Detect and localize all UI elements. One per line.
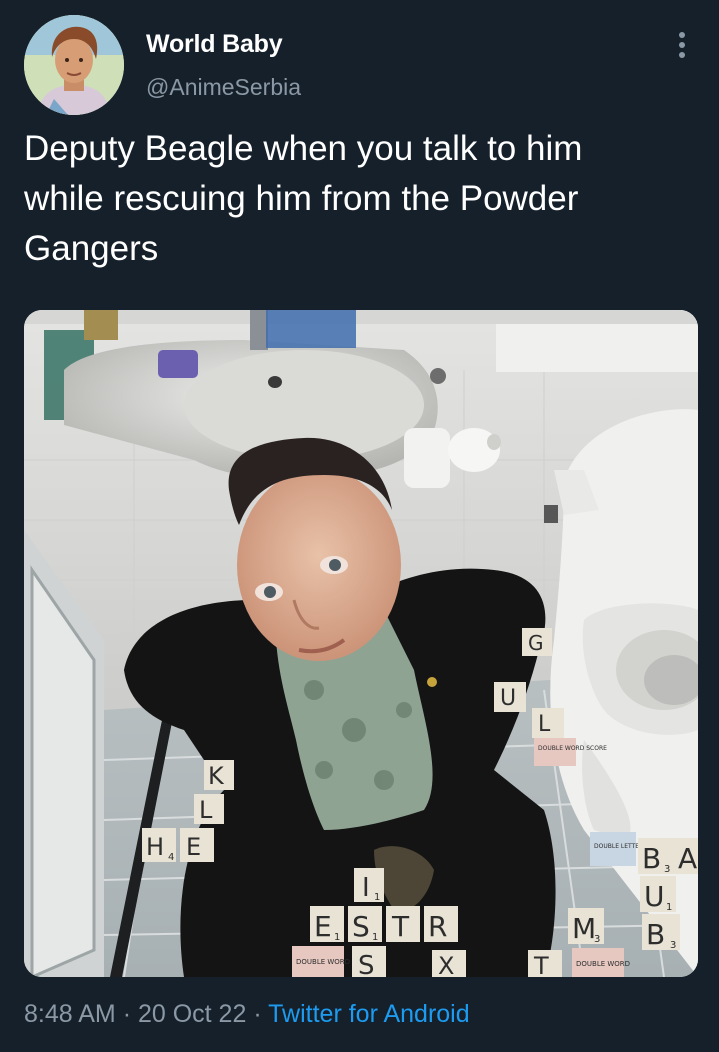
tile-i-score: 1 bbox=[374, 892, 380, 903]
user-handle[interactable]: @AnimeSerbia bbox=[146, 74, 301, 101]
avatar[interactable] bbox=[24, 15, 124, 115]
tweet-detail: World Baby @AnimeSerbia Deputy Beagle wh… bbox=[0, 0, 719, 1052]
tweet-text: Deputy Beagle when you talk to him while… bbox=[24, 129, 583, 268]
tile-x: X bbox=[438, 952, 454, 977]
photo-illustration: K L H 4 E G U L DOUBLE WORD SCORE E 1 S … bbox=[24, 310, 698, 977]
tile-b: B bbox=[642, 842, 661, 875]
tile-l: L bbox=[199, 796, 213, 824]
meta-separator: · bbox=[122, 1000, 132, 1028]
tweet-photo[interactable]: K L H 4 E G U L DOUBLE WORD SCORE E 1 S … bbox=[24, 310, 698, 977]
tile-r: R bbox=[428, 910, 447, 943]
tile-e2-score: 1 bbox=[334, 932, 340, 943]
meta-separator: · bbox=[253, 1000, 262, 1028]
avatar-image bbox=[24, 15, 124, 115]
tile-u2-score: 1 bbox=[666, 902, 672, 913]
tile-s-score: 1 bbox=[372, 932, 378, 943]
square-double-word-2: DOUBLE WORD bbox=[296, 958, 350, 966]
tile-t: T bbox=[391, 910, 410, 943]
tile-k: K bbox=[208, 762, 225, 790]
tile-m: M bbox=[572, 912, 596, 945]
tile-u: U bbox=[500, 686, 516, 711]
tile-u2: U bbox=[644, 880, 665, 913]
display-name[interactable]: World Baby bbox=[146, 30, 283, 59]
tile-e2: E bbox=[314, 910, 332, 943]
tile-a: A bbox=[678, 842, 697, 875]
tile-l2: L bbox=[538, 712, 551, 737]
tile-s: S bbox=[352, 910, 370, 943]
tweet-source-link[interactable]: Twitter for Android bbox=[268, 1000, 469, 1028]
tile-b2-score: 3 bbox=[670, 940, 676, 951]
tile-b2: B bbox=[646, 918, 665, 951]
tweet-meta: 8:48 AM · 20 Oct 22 · Twitter for Androi… bbox=[24, 1000, 470, 1029]
tile-e: E bbox=[186, 833, 201, 861]
square-double-word: DOUBLE WORD SCORE bbox=[538, 745, 607, 752]
more-options-button[interactable] bbox=[668, 28, 696, 62]
tile-i: I bbox=[362, 873, 370, 903]
tweet-time[interactable]: 8:48 AM bbox=[24, 1000, 116, 1028]
tile-h-score: 4 bbox=[168, 852, 174, 863]
square-double-word-3: DOUBLE WORD bbox=[576, 960, 630, 968]
tile-b-score: 3 bbox=[664, 864, 670, 875]
tile-h: H bbox=[146, 833, 164, 861]
tile-g: G bbox=[528, 631, 544, 655]
tweet-date[interactable]: 20 Oct 22 bbox=[138, 1000, 246, 1028]
tile-t2: T bbox=[533, 952, 549, 977]
tile-s2: S bbox=[358, 951, 375, 977]
tile-m-score: 3 bbox=[594, 934, 600, 945]
more-vertical-icon bbox=[679, 32, 685, 58]
